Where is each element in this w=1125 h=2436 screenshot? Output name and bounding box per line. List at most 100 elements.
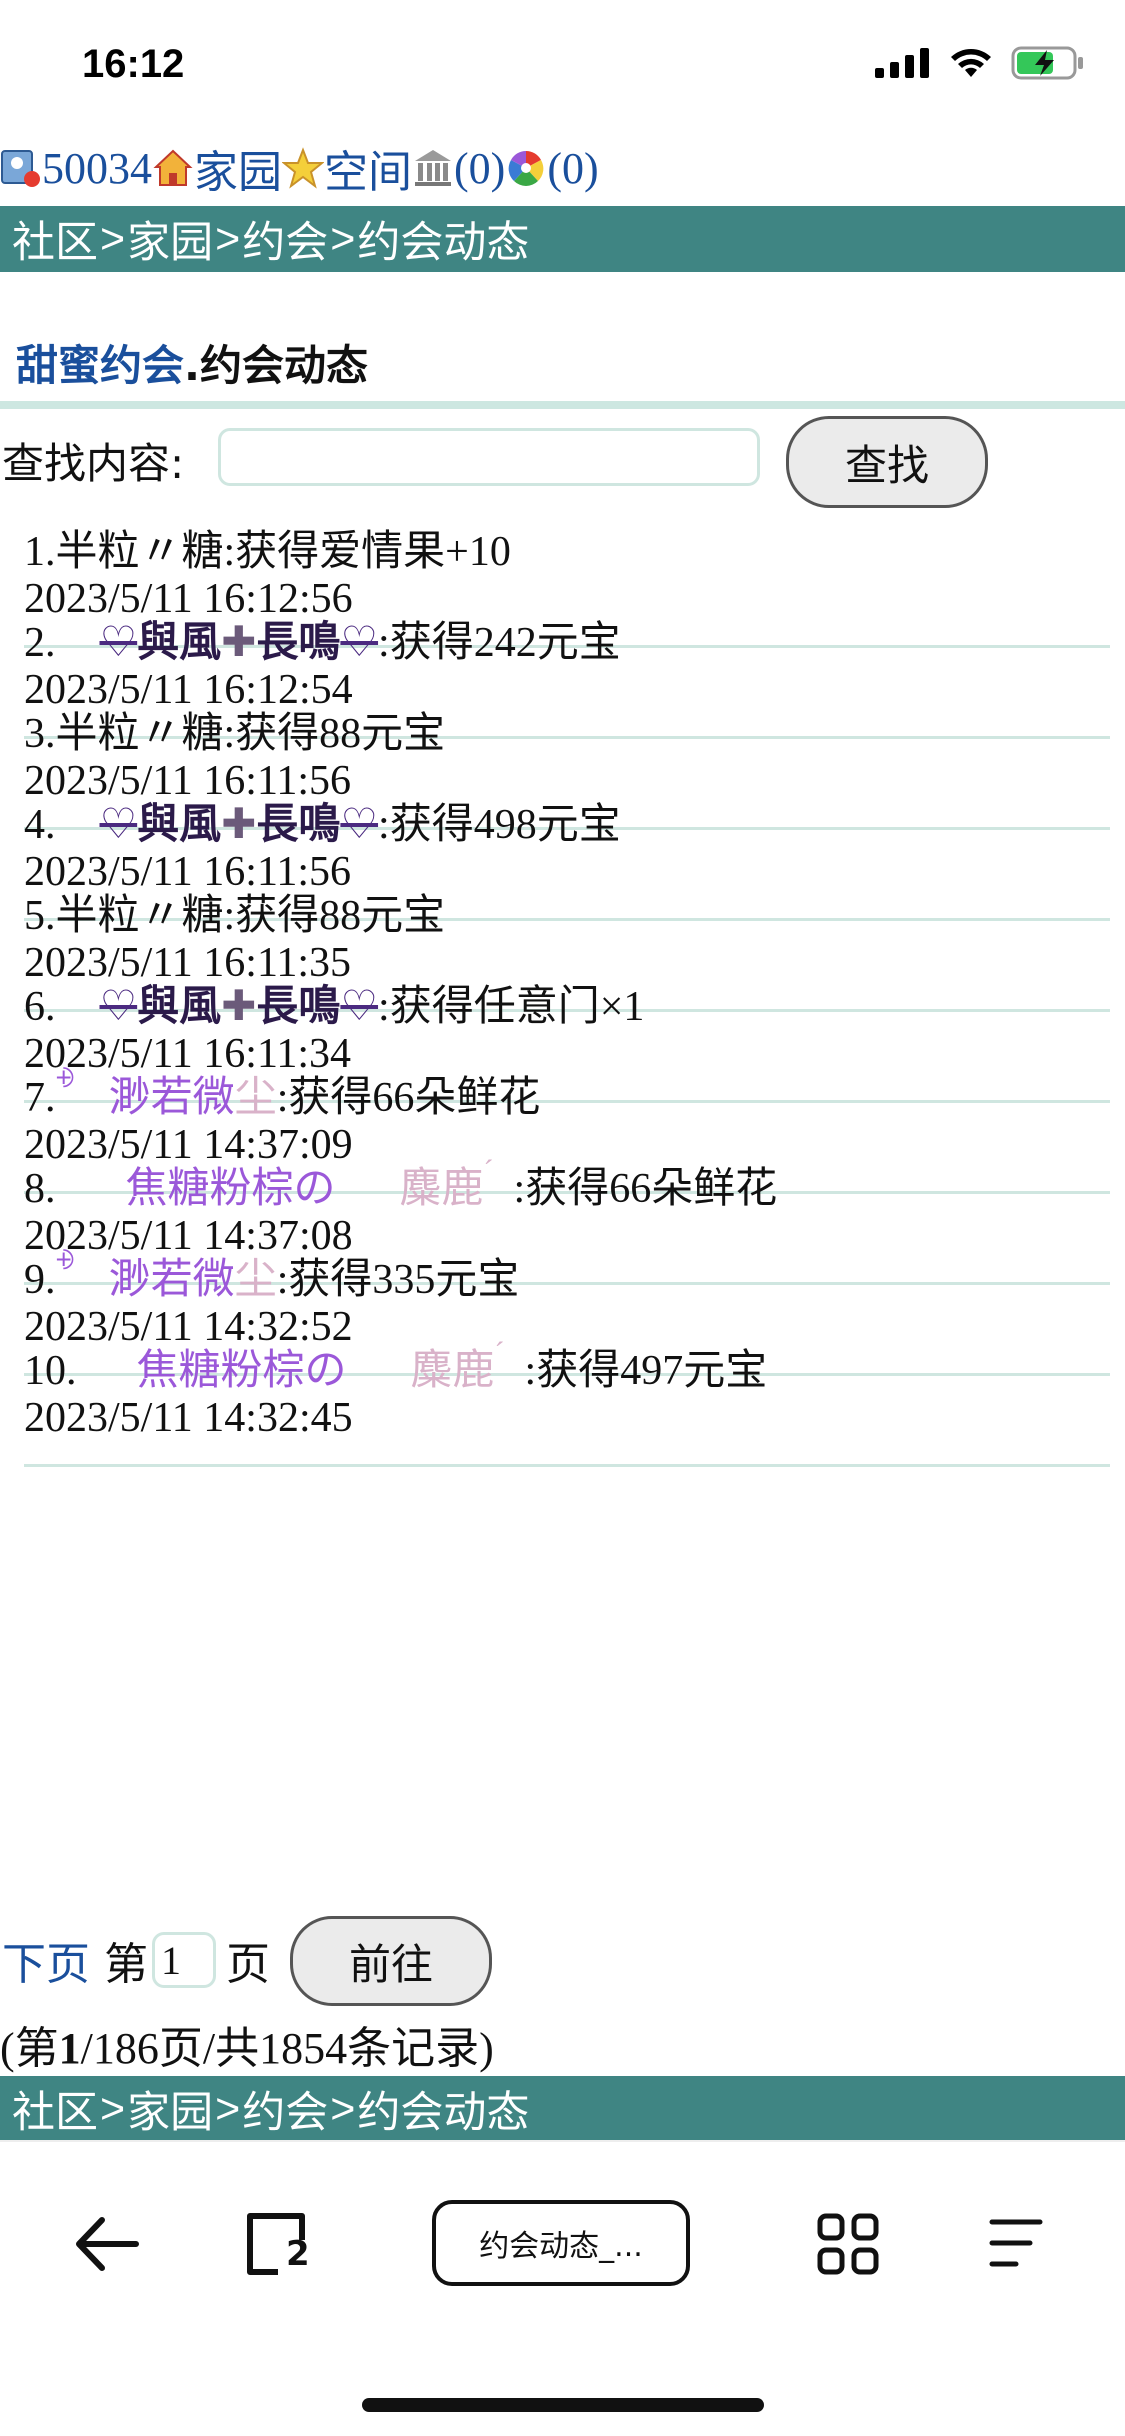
accent-mark: ˊ xyxy=(494,1336,505,1369)
page-info: (第1/186页/共1854条记录) xyxy=(0,2012,494,2076)
battery-icon xyxy=(1011,46,1083,80)
breadcrumb-sep: > xyxy=(330,2084,356,2133)
star-icon xyxy=(282,147,324,189)
home-link[interactable]: 家园 xyxy=(194,136,282,200)
user-name-link[interactable]: 半粒〃糖 xyxy=(56,529,224,575)
space-link[interactable]: 空间 xyxy=(324,136,412,200)
breadcrumb-dating[interactable]: 约会 xyxy=(242,208,328,270)
heart-icon: ♡ xyxy=(99,617,138,666)
user-name-link[interactable]: 與風 xyxy=(137,981,221,1030)
page-info-rest: /186页/共1854条记录) xyxy=(80,2024,494,2073)
status-icons xyxy=(875,46,1085,80)
user-name-link[interactable]: 長鳴 xyxy=(256,799,340,848)
user-name-link[interactable]: 麋鹿 xyxy=(411,1345,495,1394)
record-action: :获得242元宝 xyxy=(378,620,621,666)
user-name-link[interactable]: 半粒〃糖 xyxy=(56,893,224,939)
record-time: 2023/5/11 14:32:45 xyxy=(24,1395,353,1441)
record-action: :获得66朵鲜花 xyxy=(513,1166,778,1212)
user-name-link[interactable]: 焦糖粉棕の xyxy=(126,1163,336,1212)
record-action: :获得66朵鲜花 xyxy=(276,1075,541,1121)
breadcrumb-home[interactable]: 家园 xyxy=(127,208,213,270)
breadcrumb-top: 社区 > 家园 > 约会 > 约会动态 xyxy=(0,206,1125,272)
back-arrow-icon[interactable] xyxy=(74,2214,140,2274)
home-indicator xyxy=(362,2398,764,2412)
site-name-link[interactable]: 甜蜜约会 xyxy=(16,341,184,390)
record-action: :获得497元宝 xyxy=(524,1348,768,1394)
user-name-link[interactable]: 焦糖粉棕の xyxy=(137,1345,347,1394)
record-number: 10. xyxy=(24,1348,77,1394)
signal-icon xyxy=(875,48,929,78)
record-number: 1. xyxy=(24,529,56,575)
breadcrumb-community[interactable]: 社区 xyxy=(12,2078,98,2140)
pinwheel-icon xyxy=(508,151,544,186)
record-line: 4. ♡與風✚長鳴♡:获得498元宝 xyxy=(24,790,621,851)
user-name-link[interactable]: 渺若微 xyxy=(109,1254,235,1303)
status-time: 16:12 xyxy=(82,42,185,86)
menu-icon[interactable] xyxy=(986,2214,1046,2272)
heart-icon: ♡ xyxy=(340,799,379,848)
search-button[interactable]: 查找 xyxy=(786,416,988,508)
go-button[interactable]: 前往 xyxy=(290,1916,492,2006)
home-icon xyxy=(153,149,193,186)
user-name-link[interactable]: 麋鹿 xyxy=(400,1163,484,1212)
breadcrumb-sep: > xyxy=(100,214,126,263)
page-prefix: 第 xyxy=(104,1940,148,1989)
record-line: 5.半粒〃糖:获得88元宝 xyxy=(24,881,445,942)
user-name-link[interactable]: 與風 xyxy=(137,799,221,848)
record-action: :获得88元宝 xyxy=(223,711,446,757)
page-suffix: 页 xyxy=(226,1940,270,1989)
title-divider xyxy=(0,401,1125,409)
page-name: .约会动态 xyxy=(184,341,368,390)
wifi-icon xyxy=(951,49,991,77)
record-number: 7. xyxy=(24,1075,56,1121)
page-title: 甜蜜约会.约会动态 xyxy=(16,332,368,393)
record-action: :获得88元宝 xyxy=(223,893,446,939)
heart-icon: ♡ xyxy=(99,799,138,848)
breadcrumb-home[interactable]: 家园 xyxy=(127,2078,213,2140)
cross-icon: ✚ xyxy=(221,981,257,1030)
search-input[interactable] xyxy=(218,428,760,486)
record-line: 7.⨮ 渺若微尘:获得66朵鲜花 xyxy=(24,1063,540,1124)
breadcrumb-current: 约会动态 xyxy=(357,2089,530,2137)
top-nav: 50034 家园 空间 (0) (0) xyxy=(0,138,599,198)
user-name-link[interactable]: 與風 xyxy=(137,617,221,666)
wing-icon: ⨮ xyxy=(55,1063,75,1094)
next-page-link[interactable]: 下页 xyxy=(2,1928,90,1992)
user-name-link[interactable]: 渺若微 xyxy=(109,1072,235,1121)
apps-grid-icon[interactable] xyxy=(816,2212,880,2276)
record-number: 9. xyxy=(24,1257,56,1303)
user-name-link[interactable]: 尘 xyxy=(235,1254,277,1303)
record-line: 1.半粒〃糖:获得爱情果+10 xyxy=(24,517,511,578)
breadcrumb-sep: > xyxy=(215,214,241,263)
breadcrumb-sep: > xyxy=(215,2084,241,2133)
record-line: 10. 焦糖粉棕の 麋鹿ˊ :获得497元宝 xyxy=(24,1336,767,1397)
user-name-link[interactable]: 半粒〃糖 xyxy=(56,711,224,757)
count-link-2[interactable]: (0) xyxy=(547,143,598,194)
user-name-link[interactable]: 長鳴 xyxy=(256,981,340,1030)
record-row: 10. 焦糖粉棕の 麋鹿ˊ :获得497元宝 2023/5/11 14:32:45 xyxy=(24,1326,1110,1467)
count-link-1[interactable]: (0) xyxy=(454,143,505,194)
heart-icon: ♡ xyxy=(99,981,138,1030)
search-label: 查找内容: xyxy=(2,439,185,488)
tab-count: 2 xyxy=(286,2234,310,2274)
accent-mark: ˊ xyxy=(483,1154,494,1187)
page-number-input[interactable]: 1 xyxy=(152,1932,216,1988)
record-number: 8. xyxy=(24,1166,56,1212)
record-line: 9.⨮ 渺若微尘:获得335元宝 xyxy=(24,1245,519,1306)
record-number: 4. xyxy=(24,802,56,848)
record-action: :获得爱情果+10 xyxy=(223,529,511,575)
cross-icon: ✚ xyxy=(221,799,257,848)
user-name-link[interactable]: 長鳴 xyxy=(256,617,340,666)
cross-icon: ✚ xyxy=(221,617,257,666)
bank-icon xyxy=(415,150,451,186)
record-line: 6. ♡與風✚長鳴♡:获得任意门×1 xyxy=(24,972,644,1033)
heart-icon: ♡ xyxy=(340,617,379,666)
current-tab-title[interactable]: 约会动态_... xyxy=(432,2200,690,2286)
breadcrumb-sep: > xyxy=(100,2084,126,2133)
user-name-link[interactable]: 尘 xyxy=(235,1072,277,1121)
record-number: 3. xyxy=(24,711,56,757)
record-action: :获得498元宝 xyxy=(378,802,621,848)
breadcrumb-community[interactable]: 社区 xyxy=(12,208,98,270)
user-id-link[interactable]: 50034 xyxy=(42,143,152,194)
breadcrumb-dating[interactable]: 约会 xyxy=(242,2078,328,2140)
